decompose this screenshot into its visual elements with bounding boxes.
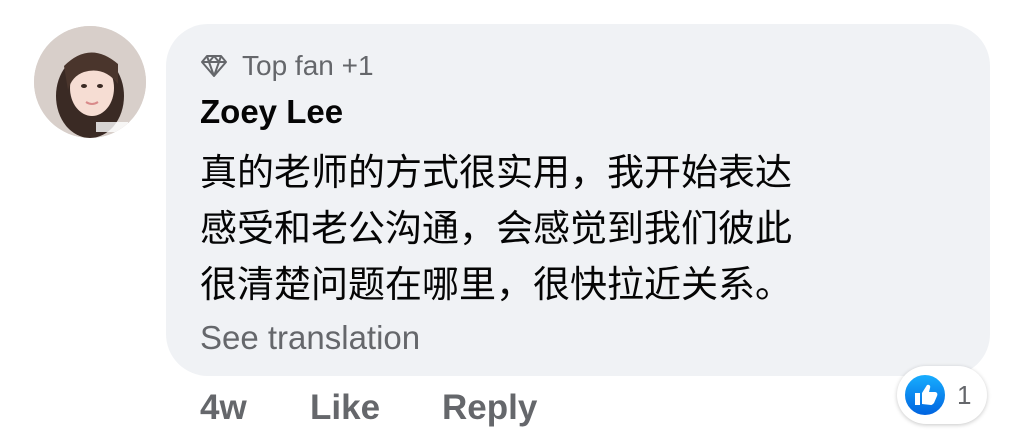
- reply-button[interactable]: Reply: [442, 388, 537, 428]
- comment-line: 真的老师的方式很实用，我开始表达: [200, 151, 792, 194]
- badge-label: Top fan +1: [242, 50, 374, 81]
- profile-photo: [34, 26, 146, 138]
- reaction-count: 1: [957, 379, 972, 410]
- top-fan-badge[interactable]: Top fan +1: [200, 48, 374, 84]
- see-translation-link[interactable]: See translation: [200, 318, 420, 358]
- reaction-summary[interactable]: 1: [897, 366, 987, 424]
- like-icon: [903, 373, 947, 417]
- diamond-icon: [201, 55, 227, 77]
- comment-line: 很清楚问题在哪里，很快拉近关系。: [200, 263, 792, 306]
- avatar[interactable]: [34, 26, 146, 138]
- author-name[interactable]: Zoey Lee: [200, 92, 343, 132]
- comment-bubble: Top fan +1 Zoey Lee 真的老师的方式很实用，我开始表达 感受和…: [166, 24, 990, 376]
- timestamp[interactable]: 4w: [200, 388, 247, 428]
- comment-text: 真的老师的方式很实用，我开始表达 感受和老公沟通，会感觉到我们彼此 很清楚问题在…: [200, 145, 960, 313]
- comment-line: 感受和老公沟通，会感觉到我们彼此: [200, 207, 792, 250]
- like-button[interactable]: Like: [310, 388, 380, 428]
